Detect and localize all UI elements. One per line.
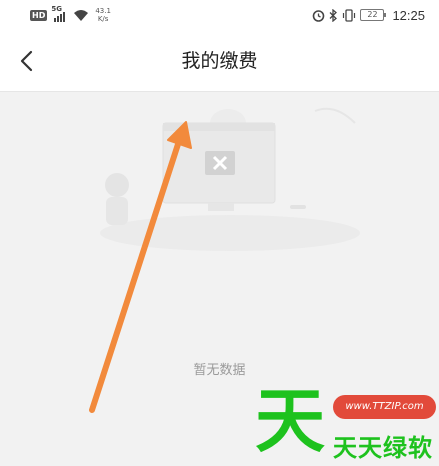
empty-state-illustration	[100, 107, 360, 251]
signal-icon: 5G	[51, 5, 69, 22]
status-right: 22 12:25	[312, 8, 425, 23]
wifi-icon	[74, 9, 89, 21]
status-bar: HD 5G 43.1 K/s 22 12:25	[0, 0, 439, 30]
page-title: 我的缴费	[181, 50, 258, 72]
watermark-url: www.TTZIP.com	[333, 395, 436, 419]
alarm-icon	[313, 9, 325, 22]
hd-icon: HD	[30, 9, 48, 21]
header: 我的缴费	[0, 30, 439, 92]
status-time: 12:25	[392, 7, 425, 23]
bluetooth-icon	[329, 8, 338, 22]
vibrate-icon	[343, 8, 356, 22]
speed-unit: K/s	[97, 15, 109, 23]
battery-icon: 22	[360, 9, 387, 21]
watermark-name: 天天绿软	[333, 434, 433, 462]
empty-state-text: 暂无数据	[193, 363, 246, 378]
status-left: HD 5G 43.1 K/s	[30, 5, 111, 23]
network-speed: 43.1 K/s	[95, 7, 111, 23]
watermark-logo-glyph: 天	[255, 380, 325, 462]
speed-value: 43.1	[95, 7, 111, 15]
